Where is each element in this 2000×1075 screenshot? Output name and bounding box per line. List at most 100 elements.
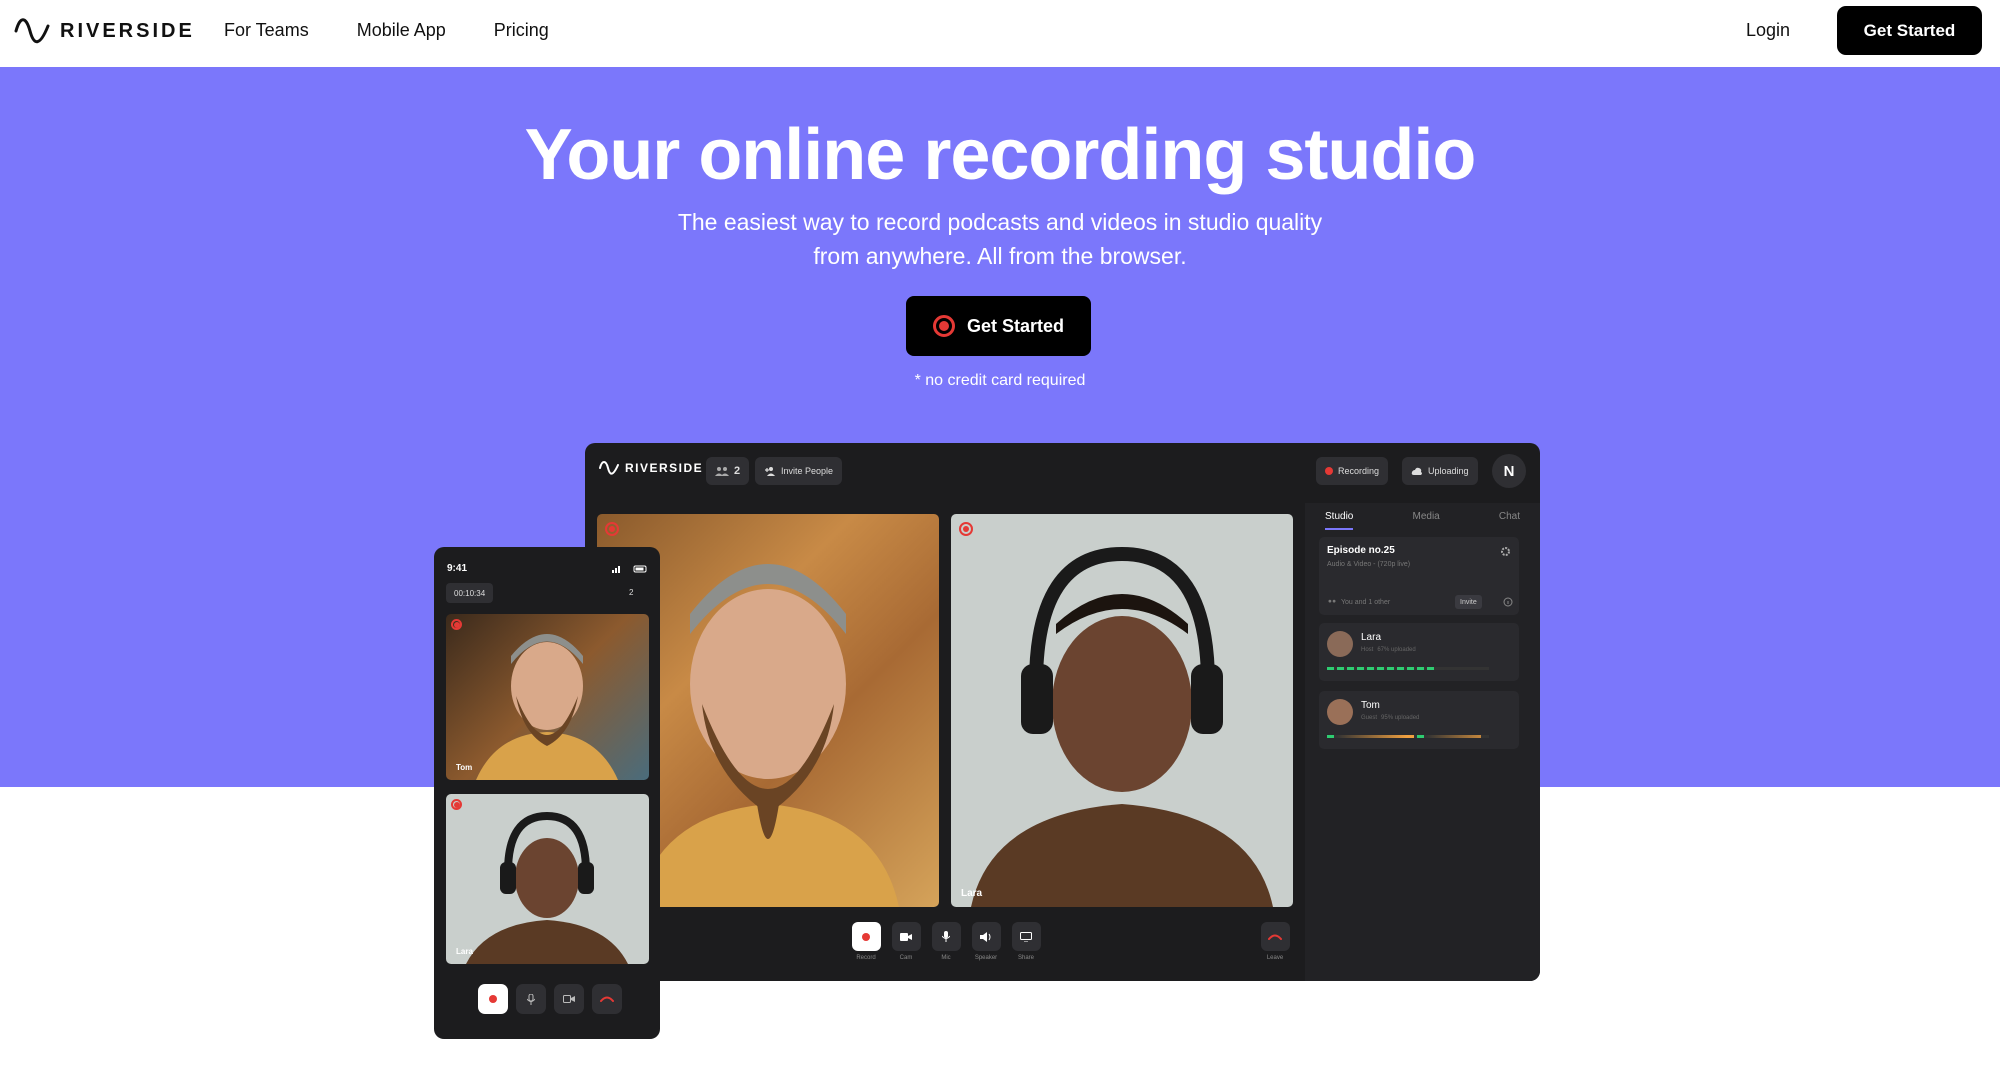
login-link[interactable]: Login [1746, 20, 1790, 41]
record-control[interactable]: Record [851, 922, 881, 961]
hang-up-icon [1268, 934, 1282, 940]
mic-icon [942, 931, 950, 942]
record-label: Record [856, 955, 876, 961]
add-person-icon [765, 467, 775, 476]
recording-indicator-icon [451, 619, 462, 630]
mic-button[interactable] [931, 922, 961, 951]
record-icon [862, 932, 870, 941]
phone-camera-button[interactable] [554, 984, 584, 1014]
share-label: Share [1017, 955, 1034, 961]
recording-dot-icon [1325, 467, 1333, 475]
nav-link-pricing[interactable]: Pricing [494, 20, 549, 41]
camera-icon [900, 932, 912, 941]
side-panel-tabs: Studio Media Chat [1315, 511, 1530, 530]
nav-links: For Teams Mobile App Pricing [224, 20, 549, 41]
speaker-control[interactable]: Speaker [971, 922, 1001, 961]
avatar [1327, 699, 1353, 725]
episode-title: Episode no.25 [1327, 545, 1395, 556]
uploading-status-pill: Uploading [1402, 457, 1478, 485]
studio-brand-logo: RIVERSIDE [599, 461, 703, 475]
participant-name-label: Lara [961, 888, 983, 899]
nav-link-mobile-app[interactable]: Mobile App [357, 20, 446, 41]
cam-label: Cam [899, 955, 913, 961]
record-icon [932, 315, 955, 337]
recording-label: Recording [1338, 466, 1380, 476]
uploading-label: Uploading [1428, 466, 1469, 476]
speaker-icon [980, 931, 991, 942]
no-credit-card-note: * no credit card required [914, 372, 1086, 389]
nav-link-for-teams[interactable]: For Teams [224, 20, 309, 41]
studio-top-bar: RIVERSIDE 2 Invite People Recording Uplo… [585, 443, 1540, 493]
studio-phone-mockup: 9:41 00:10:34 2 Tom Lara [434, 547, 660, 1039]
participant-portrait-image [466, 811, 628, 964]
video-tile-lara: Lara [951, 514, 1293, 907]
phone-participants-count: 2 [629, 588, 634, 597]
signal-battery-icon [612, 565, 647, 573]
gear-icon[interactable] [1500, 546, 1511, 557]
record-button[interactable] [851, 922, 881, 951]
upload-name: Lara [1361, 632, 1382, 643]
episode-invite-button[interactable]: Invite [1455, 595, 1482, 609]
upload-progress-fill [1327, 667, 1436, 670]
participants-count: 2 [734, 465, 741, 477]
upload-meta: Guest 95% uploaded [1361, 715, 1419, 721]
recording-indicator-icon [451, 799, 462, 810]
hero-cta-label: Get Started [966, 315, 1065, 336]
hero-title: Your online recording studio [524, 115, 1477, 195]
wave-logo-icon [14, 18, 50, 44]
tab-studio[interactable]: Studio [1325, 511, 1354, 530]
studio-controls: Record Cam Mic Speaker Share [851, 922, 1041, 961]
nav-get-started-button[interactable]: Get Started [1837, 6, 1982, 55]
upload-name: Tom [1361, 700, 1380, 711]
upload-progress-bar [1327, 667, 1489, 670]
wave-logo-icon [599, 461, 619, 475]
mic-control[interactable]: Mic [931, 922, 961, 961]
camera-icon [563, 995, 575, 1003]
hero-get-started-button[interactable]: Get Started [906, 296, 1091, 356]
share-button[interactable] [1011, 922, 1041, 951]
cam-control[interactable]: Cam [891, 922, 921, 961]
leave-label: Leave [1266, 955, 1284, 961]
phone-video-tile-lara: Lara [446, 794, 649, 964]
hang-up-icon [600, 996, 614, 1002]
studio-side-panel: Studio Media Chat Episode no.25 Audio & … [1305, 503, 1540, 981]
phone-mic-button[interactable] [516, 984, 546, 1014]
hero-subtitle: The easiest way to record podcasts and v… [600, 205, 1400, 273]
upload-meta: Host 67% uploaded [1361, 647, 1416, 653]
share-control[interactable]: Share [1011, 922, 1041, 961]
upload-role: Host [1361, 647, 1374, 653]
recording-indicator-icon [605, 522, 619, 536]
episode-subtitle: Audio & Video - (720p live) [1327, 561, 1411, 568]
participants-pill[interactable]: 2 [706, 457, 750, 485]
upload-role: Guest [1361, 715, 1378, 721]
participants-row: You and 1 other [1327, 599, 1390, 606]
upload-status: 67% uploaded [1377, 647, 1416, 653]
top-nav: RIVERSIDE For Teams Mobile App Pricing L… [0, 0, 2000, 67]
upload-card-lara: Lara Host 67% uploaded [1319, 623, 1519, 681]
info-icon[interactable] [1503, 597, 1513, 607]
tab-media[interactable]: Media [1412, 511, 1439, 530]
cam-button[interactable] [891, 922, 921, 951]
brand-logo[interactable]: RIVERSIDE [14, 18, 195, 44]
tab-chat[interactable]: Chat [1499, 511, 1520, 530]
speaker-button[interactable] [971, 922, 1001, 951]
leave-button[interactable] [1260, 922, 1290, 951]
phone-video-tile-tom: Tom [446, 614, 649, 780]
cloud-icon [1411, 467, 1422, 475]
hero-subtitle-line-1: The easiest way to record podcasts and v… [677, 209, 1323, 235]
phone-controls [478, 984, 622, 1014]
brand-name: RIVERSIDE [60, 19, 195, 42]
recording-timer: 00:10:34 [446, 583, 494, 603]
phone-hang-up-button[interactable] [592, 984, 622, 1014]
participant-portrait-image [971, 546, 1273, 907]
recording-status-pill: Recording [1316, 457, 1389, 485]
record-icon [489, 995, 497, 1003]
mic-icon [527, 993, 535, 1005]
episode-card: Episode no.25 Audio & Video - (720p live… [1319, 537, 1519, 615]
phone-record-button[interactable] [478, 984, 508, 1014]
speaker-label: Speaker [974, 955, 998, 961]
leave-control[interactable]: Leave [1260, 922, 1290, 961]
user-avatar[interactable]: N [1492, 454, 1526, 488]
invite-people-button[interactable]: Invite People [755, 457, 843, 485]
people-icon [1328, 599, 1336, 603]
